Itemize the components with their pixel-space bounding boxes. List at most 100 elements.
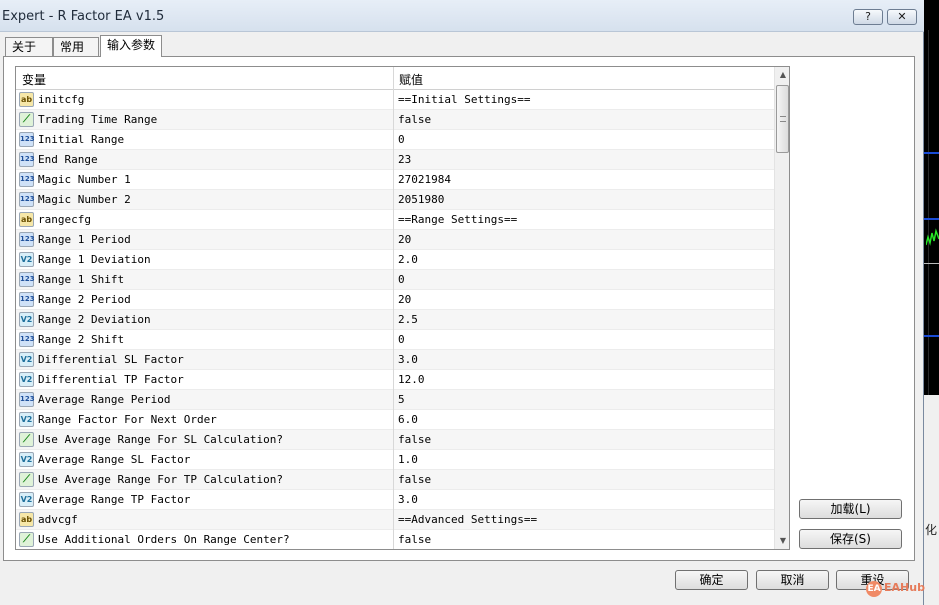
scroll-thumb[interactable] [776,85,789,153]
table-row[interactable]: V2 Average Range TP Factor 3.0 [16,490,774,510]
param-name: Trading Time Range [38,113,158,126]
ok-button[interactable]: 确定 [675,570,748,590]
param-value[interactable]: 3.0 [398,353,418,366]
param-type-int-icon: 123 [19,152,35,167]
param-type-dbl-icon: V2 [19,352,34,367]
param-value[interactable]: false [398,113,431,126]
table-row[interactable]: ⟋ Use Additional Orders On Range Center? f… [16,530,774,549]
save-button[interactable]: 保存(S) [799,529,902,549]
tab-inputs[interactable]: 输入参数 [100,35,162,57]
table-row[interactable]: ab advcgf ==Advanced Settings== [16,510,774,530]
window-title: Expert - R Factor EA v1.5 [2,9,165,24]
param-value[interactable]: 2.5 [398,313,418,326]
param-value[interactable]: 5 [398,393,405,406]
table-row[interactable]: 123 Magic Number 1 27021984 [16,170,774,190]
close-button[interactable]: ✕ [887,9,917,25]
param-name: Initial Range [38,133,125,146]
param-value[interactable]: false [398,433,431,446]
param-name: Average Range Period [38,393,171,406]
table-row[interactable]: 123 Average Range Period 5 [16,390,774,410]
column-divider [393,190,394,210]
param-value[interactable]: 27021984 [398,173,451,186]
cancel-button[interactable]: 取消 [756,570,829,590]
table-row[interactable]: V2 Range 2 Deviation 2.5 [16,310,774,330]
vertical-scrollbar[interactable]: ▲ ▼ [774,67,789,549]
column-divider [393,410,394,430]
param-value[interactable]: 1.0 [398,453,418,466]
table-row[interactable]: 123 Range 2 Period 20 [16,290,774,310]
load-button[interactable]: 加载(L) [799,499,902,519]
table-row[interactable]: ⟋ Use Average Range For SL Calculation? fa… [16,430,774,450]
table-row[interactable]: V2 Average Range SL Factor 1.0 [16,450,774,470]
param-name: Use Additional Orders On Range Center? [38,533,290,546]
scroll-up-icon[interactable]: ▲ [775,67,789,83]
param-name: End Range [38,153,98,166]
column-divider [393,530,394,549]
column-divider [393,370,394,390]
param-value[interactable]: 0 [398,133,405,146]
chart-price-line [926,228,939,246]
param-name: Range Factor For Next Order [38,413,217,426]
table-row[interactable]: ab rangecfg ==Range Settings== [16,210,774,230]
param-value[interactable]: ==Initial Settings== [398,93,530,106]
table-row[interactable]: V2 Range 1 Deviation 2.0 [16,250,774,270]
param-type-int-icon: 123 [19,392,35,407]
column-divider [393,250,394,270]
column-divider [393,390,394,410]
column-header-value[interactable]: 赋值 [399,71,423,88]
param-value[interactable]: 20 [398,293,411,306]
table-row[interactable]: ⟋ Use Average Range For TP Calculation? fa… [16,470,774,490]
column-divider [393,230,394,250]
param-type-ab-icon: ab [19,92,34,107]
scroll-down-icon[interactable]: ▼ [775,533,789,549]
table-row[interactable]: 123 Range 1 Period 20 [16,230,774,250]
table-row[interactable]: ⟋ Trading Time Range false [16,110,774,130]
table-row[interactable]: V2 Differential SL Factor 3.0 [16,350,774,370]
param-name: Differential SL Factor [38,353,184,366]
param-value[interactable]: 3.0 [398,493,418,506]
param-value[interactable]: 6.0 [398,413,418,426]
param-value[interactable]: false [398,533,431,546]
background-panel [924,395,939,605]
column-divider [393,510,394,530]
param-name: Range 1 Period [38,233,131,246]
column-divider [393,430,394,450]
table-row[interactable]: V2 Range Factor For Next Order 6.0 [16,410,774,430]
param-type-ab-icon: ab [19,512,34,527]
table-row[interactable]: 123 Initial Range 0 [16,130,774,150]
chart-level-line [924,335,939,337]
param-value[interactable]: ==Range Settings== [398,213,517,226]
param-name: Differential TP Factor [38,373,184,386]
param-type-dbl-icon: V2 [19,312,34,327]
column-header-variable[interactable]: 变量 [22,71,46,88]
param-type-int-icon: 123 [19,332,35,347]
column-divider[interactable] [393,67,394,90]
param-type-bool-icon: ⟋ [19,532,34,547]
param-name: rangecfg [38,213,91,226]
watermark-text: EAHub [884,581,925,594]
param-value[interactable]: 23 [398,153,411,166]
table-row[interactable]: V2 Differential TP Factor 12.0 [16,370,774,390]
table-row[interactable]: 123 Range 2 Shift 0 [16,330,774,350]
param-value[interactable]: 2051980 [398,193,444,206]
table-row[interactable]: 123 Range 1 Shift 0 [16,270,774,290]
param-type-int-icon: 123 [19,172,35,187]
tab-common[interactable]: 常用 [53,37,99,56]
param-value[interactable]: 12.0 [398,373,425,386]
param-value[interactable]: 2.0 [398,253,418,266]
column-divider [393,350,394,370]
watermark: EA EAHub [866,581,925,597]
param-value[interactable]: ==Advanced Settings== [398,513,537,526]
table-row[interactable]: 123 Magic Number 2 2051980 [16,190,774,210]
help-button[interactable]: ? [853,9,883,25]
param-value[interactable]: 20 [398,233,411,246]
title-bar[interactable]: Expert - R Factor EA v1.5 ? ✕ [0,0,924,32]
param-value[interactable]: false [398,473,431,486]
table-body: ab initcfg ==Initial Settings== ⟋ Trading Ti… [16,90,774,549]
tab-about[interactable]: 关于 [5,37,53,56]
table-row[interactable]: ab initcfg ==Initial Settings== [16,90,774,110]
param-value[interactable]: 0 [398,333,405,346]
param-value[interactable]: 0 [398,273,405,286]
param-type-int-icon: 123 [19,192,35,207]
table-row[interactable]: 123 End Range 23 [16,150,774,170]
